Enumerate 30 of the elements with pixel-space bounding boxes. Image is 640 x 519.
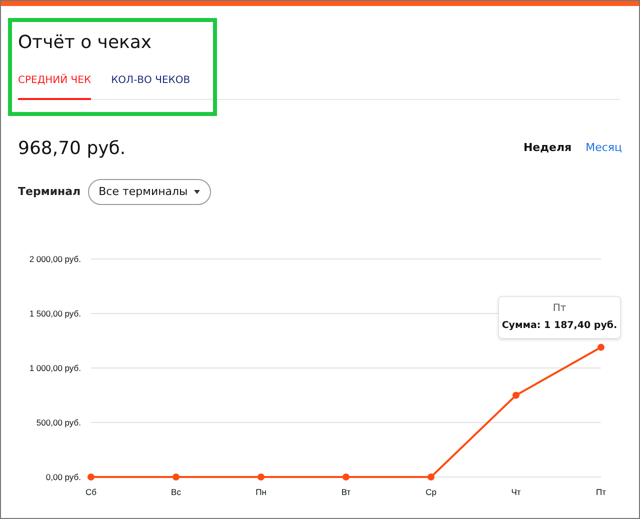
page-title: Отчёт о чеках	[18, 31, 153, 55]
x-axis-label: Ср	[426, 487, 436, 497]
report-tab[interactable]: КОЛ-ВО ЧЕКОВ	[111, 73, 190, 100]
y-axis-label: 1 500,00 руб.	[29, 308, 81, 318]
x-axis-label: Чт	[511, 487, 521, 497]
y-axis-label: 2 000,00 руб.	[29, 254, 81, 264]
x-axis-label: Сб	[86, 487, 96, 497]
data-point	[512, 392, 520, 399]
x-axis-label: Пн	[256, 487, 266, 497]
tooltip-title: Пт	[552, 302, 566, 316]
data-point	[598, 344, 604, 351]
average-amount: 968,70 руб.	[18, 136, 126, 160]
x-axis-label: Вс	[171, 487, 181, 497]
data-point	[342, 474, 350, 480]
caret-icon	[194, 190, 200, 194]
y-axis-label: 0,00 руб.	[46, 472, 81, 482]
y-axis-label: 1 000,00 руб.	[29, 363, 81, 373]
report-tab[interactable]: СРЕДНИЙ ЧЕК	[18, 73, 92, 100]
filter-label: Терминал	[18, 184, 81, 200]
period-toggle[interactable]: Месяц	[586, 140, 622, 156]
y-axis-label: 500,00 руб.	[36, 418, 81, 428]
terminal-dropdown[interactable]: Все терминалы	[88, 179, 211, 205]
data-point	[428, 474, 434, 480]
x-axis-label: Пт	[596, 487, 606, 497]
x-axis-label: Вт	[341, 487, 351, 497]
period-toggle[interactable]: Неделя	[523, 140, 572, 156]
tooltip-value: Сумма: 1 187,40 руб.	[502, 319, 618, 334]
data-point	[88, 474, 94, 480]
data-point	[172, 474, 180, 480]
data-point	[258, 474, 264, 480]
